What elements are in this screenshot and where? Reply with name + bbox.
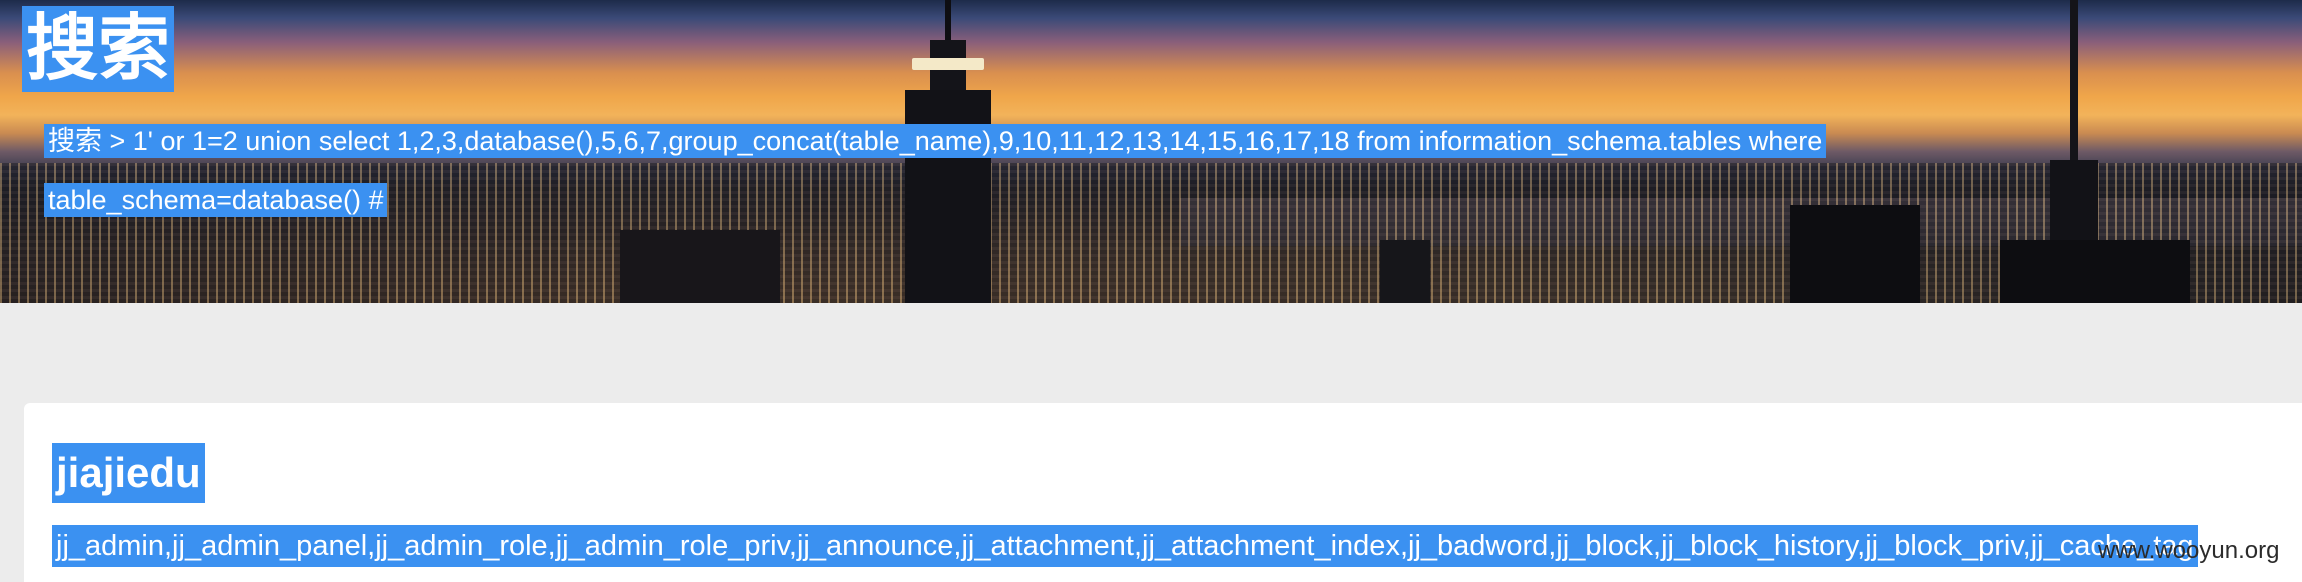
building-block — [2000, 240, 2190, 303]
empire-state-spire — [945, 0, 951, 42]
search-query: 搜索 > 1' or 1=2 union select 1,2,3,databa… — [44, 112, 1974, 230]
watermark: www.wooyun.org — [2098, 537, 2280, 564]
building-block — [1380, 240, 1430, 303]
empire-state-lights — [912, 58, 984, 70]
search-query-line-1: 搜索 > 1' or 1=2 union select 1,2,3,databa… — [44, 124, 1827, 158]
result-title[interactable]: jiajiedu — [52, 443, 205, 503]
page-title: 搜索 — [22, 6, 175, 92]
building-block — [620, 230, 780, 303]
header-banner: 搜索 搜索 > 1' or 1=2 union select 1,2,3,dat… — [0, 0, 2302, 303]
antenna-tower — [2070, 0, 2078, 170]
result-card: jiajiedu jj_admin,jj_admin_panel,jj_admi… — [24, 403, 2302, 582]
result-table-list: jj_admin,jj_admin_panel,jj_admin_role,jj… — [52, 525, 2198, 567]
search-query-line-2: table_schema=database() # — [44, 183, 388, 217]
